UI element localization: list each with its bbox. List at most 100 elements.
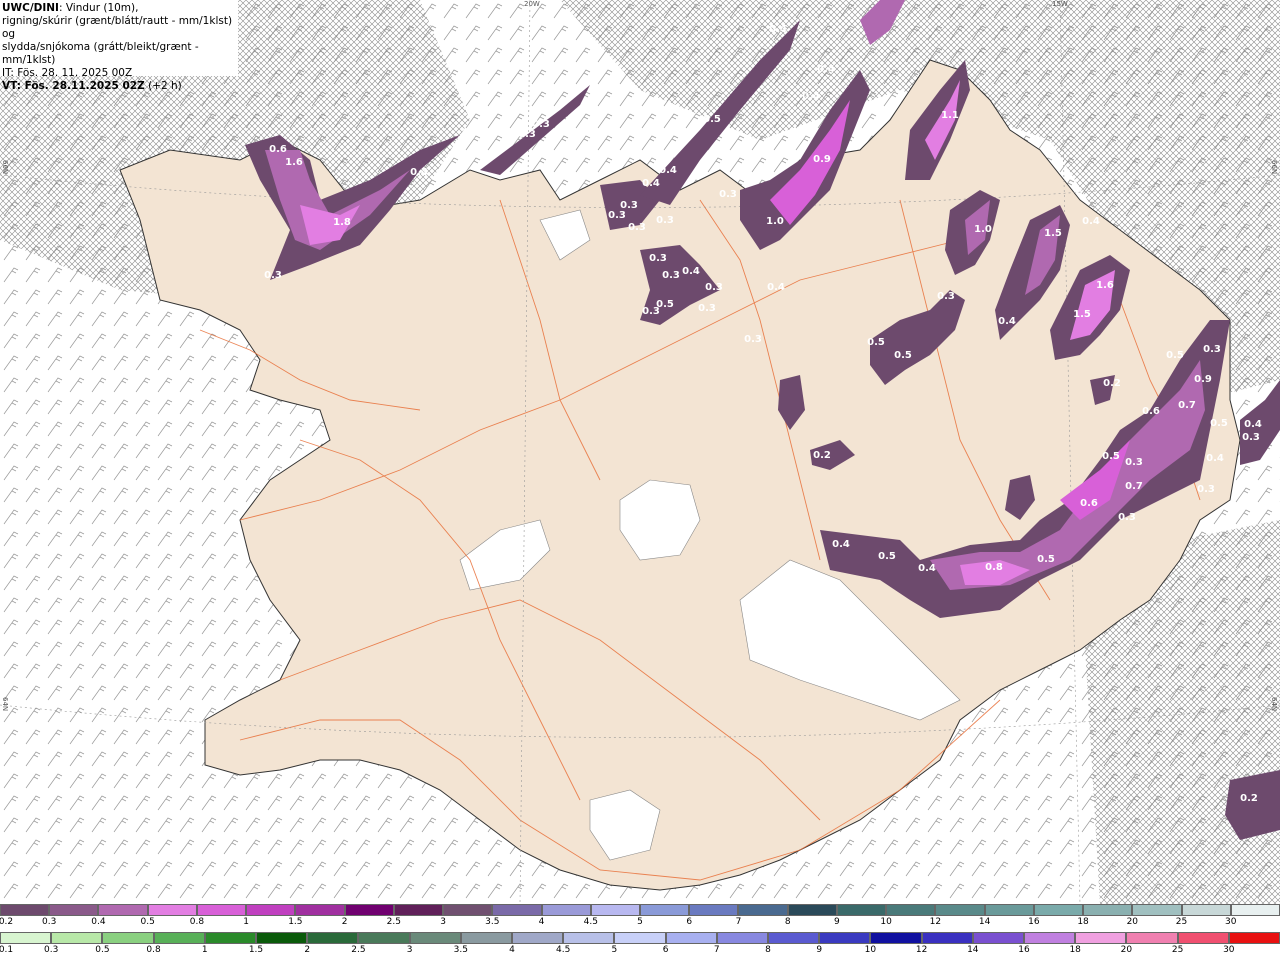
rain-legend-tick-label: 2 [304,945,311,955]
rain-legend-swatch [0,932,52,944]
lead-time: (+2 h) [144,80,182,92]
precip-value-label: 0.4 [1244,419,1262,430]
rain-legend-swatch [204,932,256,944]
rain-legend-tick-label: 4.5 [556,945,571,955]
precip-value-label: 0.4 [1082,216,1100,227]
rain-legend-tick-label: 14 [967,945,979,955]
rain-legend-tick-label: 12 [915,945,928,955]
snow-legend-tick-label: 20 [1126,917,1139,927]
rain-legend-tick-label: 10 [864,945,877,955]
precip-value-label: 0.3 [744,334,762,345]
snow-legend-swatch [344,904,394,916]
precip-value-label: 0.4 [767,282,785,293]
valid-time: VT: Fös. 28.11.2025 02Z [2,80,145,92]
rain-legend-swatch [153,932,205,944]
precip-value-label: 1.6 [1096,280,1114,291]
rain-legend-tick-label: 7 [713,945,720,955]
snow-legend-tick-label: 2 [341,917,348,927]
title-line-1: UWC/DINI: Vindur (10m), [2,2,238,15]
precip-value-label: 0.2 [1103,378,1121,389]
precip-value-label: 0.4 [659,165,677,176]
precip-value-label: 0.4 [832,539,850,550]
rain-legend-swatch [563,932,615,944]
snow-legend-tick-label: 18 [1077,917,1089,927]
rain-legend-tick-label: 3.5 [453,945,468,955]
map-title-box: UWC/DINI: Vindur (10m), rigning/skúrir (… [0,0,238,92]
precip-value-label: 0.3 [1125,457,1143,468]
snow-legend-swatch [492,904,542,916]
precip-value-label: 0.3 [719,189,737,200]
precip-value-label: 1.0 [766,216,784,227]
snow-legend-tick-label: 0.5 [140,917,155,927]
color-legend: 0.2 0.3 0.4 0.5 0.8 1 1.5 2 2.5 3 3.5 4 4.5 5 6 7 8 9 10 12… [0,904,1280,960]
title-line-3: slydda/snjókoma (grátt/bleikt/grænt - mm… [2,41,199,66]
precip-value-label: 0.4 [918,563,936,574]
model-name: UWC/DINI [2,2,59,14]
precip-value-label: 0.3 [620,200,638,211]
rain-legend-swatch [1024,932,1076,944]
precip-value-label: 1.8 [333,217,351,228]
precip-value-label: 0.4 [410,167,428,178]
lon-label-20w: 20W [524,0,540,8]
init-time: IT: Fös. 28. 11. 2025 00Z [2,67,133,79]
precip-value-label: 0.3 [656,215,674,226]
precip-value-label: 0.5 [703,114,721,125]
rain-legend-tick-label: 3 [406,945,413,955]
snow-legend-tick-label: 25 [1175,917,1188,927]
precip-value-label: 0.7 [1178,400,1196,411]
rain-legend-tick-label: 16 [1018,945,1030,955]
precip-value-label: 0.5 [1166,350,1184,361]
snow-legend-swatch [98,904,148,916]
precip-value-label: 1.1 [941,110,959,121]
snow-legend-swatch [984,904,1034,916]
rain-legend-swatch [1177,932,1229,944]
snow-legend-swatch [147,904,197,916]
snow-legend-swatch [1181,904,1231,916]
rain-legend-tick-label: 8 [765,945,771,955]
precip-value-label: 0.5 [1102,451,1120,462]
rain-legend-tick-label: 4 [509,945,515,955]
precip-value-label: 1.5 [1044,228,1062,239]
rain-legend-tick-label: 9 [816,945,823,955]
rain-legend-row: 0.1 0.3 0.5 0.8 1 1.5 2 2.5 3 3.5 4 4.5 5 6 7 8 9 10 12 14 1… [0,932,1280,960]
precip-value-label: 0.9 [813,154,831,165]
snow-legend-tick-label: 12 [929,917,942,927]
rain-legend-swatch [358,932,410,944]
snow-legend-tick-label: 7 [735,917,742,927]
title-line-1-text: : Vindur (10m), [58,2,139,14]
snow-legend-swatch [0,904,50,916]
snow-legend-tick-label: 4.5 [583,917,598,927]
snow-legend-tick-label: 0.8 [189,917,205,927]
snow-legend-swatch [689,904,739,916]
snow-legend-row: 0.2 0.3 0.4 0.5 0.8 1 1.5 2 2.5 3 3.5 4 4.5 5 6 7 8 9 10 12… [0,904,1280,932]
precip-value-label: 0.4 [998,316,1016,327]
precip-value-label: 0.2 [813,450,831,461]
precip-value-label: 0.3 [628,222,646,233]
precip-value-label: 0.3 [1197,484,1215,495]
rain-legend-swatch [614,932,666,944]
snow-legend-tick-label: 16 [1028,917,1040,927]
precip-value-label: 0.3 [518,129,536,140]
lat-label-64n-right: 64N [1270,697,1278,712]
precip-value-label: 0.3 [705,282,723,293]
rain-legend-swatch [972,932,1024,944]
rain-legend-tick-label: 0.5 [95,945,110,955]
precip-value-label: 0.3 [264,270,282,281]
precip-value-label: 0.3 [642,306,660,317]
precip-value-label: 0.5 [878,551,896,562]
weather-map-view: 0.4 0.4 0.4 0.3 0.3 0.5 0.6 1.6 0.4 1.8 0.3 1.1 0.9 0… [0,0,1280,960]
precip-value-label: 0.9 [1194,374,1212,385]
precip-value-label: 0.6 [269,144,287,155]
precip-value-label: 0.3 [662,270,680,281]
lat-label-66n-right: 66N [1270,160,1278,175]
precip-value-label: 0.3 [649,253,667,264]
lon-label-15w: 15W [1052,0,1068,8]
snow-legend-swatch [1230,904,1280,916]
snow-legend-tick-label: 0.4 [91,917,106,927]
snow-legend-tick-label: 8 [784,917,791,927]
rain-legend-swatch [460,932,512,944]
snow-legend-swatch [836,904,887,916]
rain-legend-tick-label: 0.1 [0,945,14,955]
precip-value-label: 0.6 [1142,406,1160,417]
precip-value-label: 0.3 [1203,344,1221,355]
